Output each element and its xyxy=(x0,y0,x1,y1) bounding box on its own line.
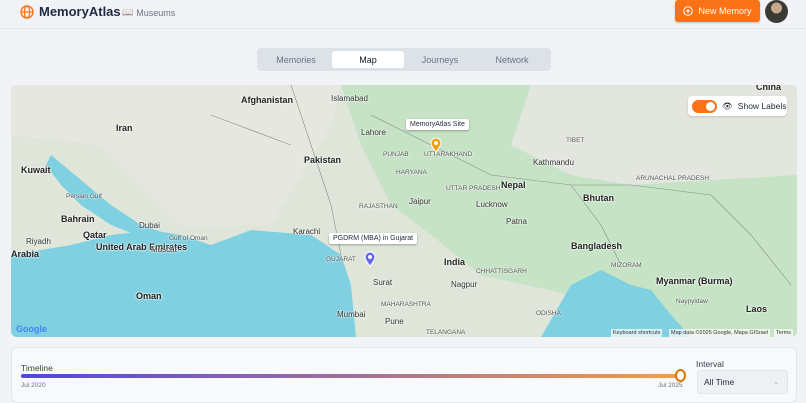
map-place-label: Naypyidaw xyxy=(676,298,708,305)
map-place-label: MAHARASHTRA xyxy=(381,301,431,308)
map-place-label: India xyxy=(444,257,466,267)
map-place-label: Riyadh xyxy=(26,237,51,246)
timeline-slider[interactable] xyxy=(21,374,681,378)
map-place-label: Bhutan xyxy=(583,193,614,203)
map-pin-icon[interactable] xyxy=(364,251,376,267)
map-place-label: Jaipur xyxy=(409,197,431,206)
afghan-plateau xyxy=(11,85,341,225)
map-place-label: Bangladesh xyxy=(571,241,623,251)
map-place-label: CHHATTISGARH xyxy=(476,268,527,275)
map-pin-icon[interactable] xyxy=(430,137,442,153)
map-place-label: Iran xyxy=(116,123,133,133)
map-place-label: TIBET xyxy=(566,137,585,144)
map-place-label: ARUNACHAL PRADESH xyxy=(636,175,710,182)
timeline-label: Timeline xyxy=(21,363,53,373)
map-view[interactable]: China Afghanistan Islamabad Iran Lahore TIBET… xyxy=(11,85,797,337)
map-place-label: Muscat xyxy=(151,245,177,254)
map-place-label: Mumbai xyxy=(337,310,366,319)
map-place-label: Dubai xyxy=(139,221,160,230)
map-place-label: Surat xyxy=(373,278,393,287)
chevron-down-icon: ⌄ xyxy=(773,379,779,386)
show-labels-label: Show Labels xyxy=(737,101,787,111)
avatar[interactable] xyxy=(765,0,788,23)
map-place-label: Oman xyxy=(136,291,162,301)
view-tabs: Memories Map Journeys Network xyxy=(257,48,551,71)
top-bar: MemoryAtlas 📖 Museums New Memory xyxy=(0,0,806,29)
museums-label: Museums xyxy=(136,7,176,18)
tab-memories[interactable]: Memories xyxy=(260,51,332,68)
new-memory-label: New Memory xyxy=(698,6,752,16)
map-place-label: Pakistan xyxy=(304,155,342,165)
map-place-label: TELANGANA xyxy=(426,329,466,336)
eye-icon: 👁 xyxy=(722,100,733,111)
map-place-label: Kuwait xyxy=(21,165,51,175)
interval-select[interactable]: All Time ⌄ xyxy=(697,370,788,394)
toggle-switch[interactable] xyxy=(692,99,717,113)
tab-network[interactable]: Network xyxy=(476,51,548,68)
plus-circle-icon xyxy=(683,6,694,16)
map-place-label: Patna xyxy=(506,217,527,226)
map-place-label: UTTAR PRADESH xyxy=(446,185,501,192)
map-place-label: PUNJAB xyxy=(383,151,409,158)
map-place-label: Bahrain xyxy=(61,214,95,224)
globe-icon xyxy=(20,4,34,19)
map-place-label: Lucknow xyxy=(476,200,508,209)
tab-journeys[interactable]: Journeys xyxy=(404,51,476,68)
map-place-label: ODISHA xyxy=(536,310,561,317)
map-place-label: Gulf of Oman xyxy=(169,235,208,242)
marker-tooltip: PGDRM (MBA) in Gujarat xyxy=(329,233,418,244)
map-place-label: Afghanistan xyxy=(241,95,294,105)
map-place-label: Qatar xyxy=(83,230,107,240)
map-place-label: Persian Gulf xyxy=(66,193,102,200)
museums-link[interactable]: 📖 Museums xyxy=(122,7,175,18)
show-labels-toggle[interactable]: 👁 Show Labels xyxy=(688,96,787,116)
timeline-end: Jul 2025 xyxy=(658,382,683,389)
map-place-label: Lahore xyxy=(361,128,386,137)
google-logo: Google xyxy=(16,324,47,334)
map-place-label: HARYANA xyxy=(396,169,427,176)
map-place-label: Kathmandu xyxy=(533,158,574,167)
map-place-label: Laos xyxy=(746,304,768,314)
new-memory-button[interactable]: New Memory xyxy=(675,0,760,22)
map-place-label: Karachi xyxy=(293,227,321,236)
map-data-attribution: Map data ©2025 Google, Mapa GISrael xyxy=(669,329,770,337)
timeline-start: Jul 2020 xyxy=(21,382,46,389)
map-place-label: Myanmar (Burma) xyxy=(656,276,733,286)
keyboard-shortcuts-link[interactable]: Keyboard shortcuts xyxy=(611,329,663,337)
app-logo[interactable]: MemoryAtlas xyxy=(20,4,121,19)
map-place-label: China xyxy=(756,85,782,92)
app-name: MemoryAtlas xyxy=(39,4,121,19)
tab-map[interactable]: Map xyxy=(332,51,404,68)
map-place-label: Nagpur xyxy=(451,280,478,289)
interval-label: Interval xyxy=(696,359,724,369)
interval-value: All Time xyxy=(704,377,735,387)
terms-link[interactable]: Terms xyxy=(774,329,793,337)
map-place-label: GUJARAT xyxy=(326,256,356,263)
map-place-label: RAJASTHAN xyxy=(359,203,398,210)
map-place-label: MIZORAM xyxy=(611,262,642,269)
marker-tooltip: MemoryAtlas Site xyxy=(406,119,469,130)
map-place-label: Pune xyxy=(385,317,404,326)
map-place-label: Arabia xyxy=(11,249,40,259)
timeline-panel: Timeline Jul 2020 Jul 2025 Interval All … xyxy=(11,347,797,403)
timeline-slider-handle[interactable] xyxy=(675,369,686,382)
map-place-label: Nepal xyxy=(501,180,526,190)
book-icon: 📖 xyxy=(122,7,134,17)
map-place-label: Islamabad xyxy=(331,94,368,103)
